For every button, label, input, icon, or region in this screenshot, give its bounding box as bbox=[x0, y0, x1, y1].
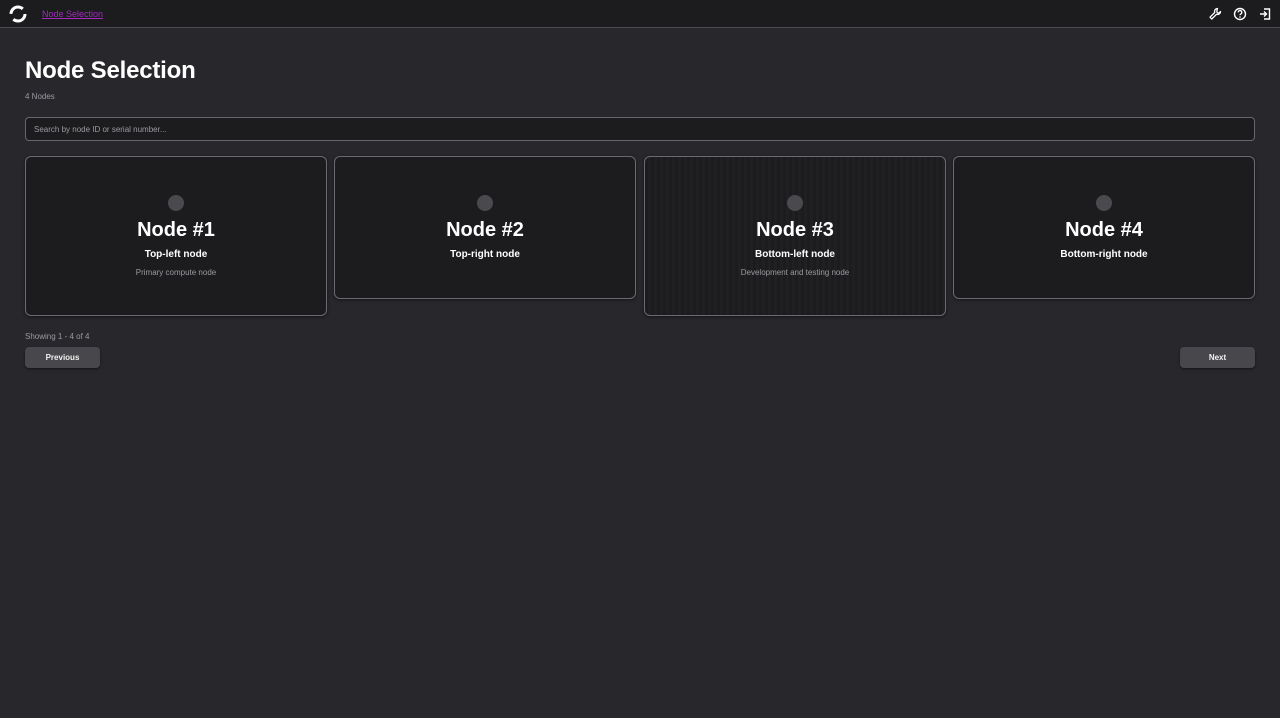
node-title: Node #1 bbox=[137, 219, 215, 241]
breadcrumb-node-selection[interactable]: Node Selection bbox=[42, 8, 103, 20]
previous-button[interactable]: Previous bbox=[25, 347, 100, 368]
page-title: Node Selection bbox=[25, 57, 196, 84]
node-position: Bottom-left node bbox=[755, 249, 835, 260]
status-dot bbox=[168, 195, 184, 211]
node-title: Node #2 bbox=[446, 219, 524, 241]
node-position: Top-left node bbox=[144, 249, 208, 260]
status-dot bbox=[477, 195, 493, 211]
top-bar-actions bbox=[1208, 7, 1272, 21]
node-card-1[interactable]: Node #1 Top-left node Primary compute no… bbox=[25, 156, 327, 316]
pagination-summary: Showing 1 - 4 of 4 bbox=[25, 332, 90, 341]
top-bar: Node Selection bbox=[0, 0, 1280, 28]
next-button[interactable]: Next bbox=[1180, 347, 1255, 368]
search-input[interactable] bbox=[25, 117, 1255, 141]
node-description: Primary compute node bbox=[135, 268, 217, 277]
logout-icon[interactable] bbox=[1258, 7, 1272, 21]
node-title: Node #3 bbox=[756, 219, 834, 241]
node-count: 4 Nodes bbox=[25, 92, 55, 101]
node-position: Bottom-right node bbox=[1060, 249, 1148, 260]
status-dot bbox=[1096, 195, 1112, 211]
wrench-icon[interactable] bbox=[1208, 7, 1222, 21]
logo-icon[interactable] bbox=[9, 5, 27, 23]
status-dot bbox=[787, 195, 803, 211]
node-card-4[interactable]: Node #4 Bottom-right node bbox=[953, 156, 1255, 299]
node-card-3[interactable]: Node #3 Bottom-left node Development and… bbox=[644, 156, 946, 316]
help-icon[interactable] bbox=[1233, 7, 1247, 21]
node-description: Development and testing node bbox=[740, 268, 850, 277]
node-card-2[interactable]: Node #2 Top-right node bbox=[334, 156, 636, 299]
node-title: Node #4 bbox=[1065, 219, 1143, 241]
node-position: Top-right node bbox=[450, 249, 520, 260]
